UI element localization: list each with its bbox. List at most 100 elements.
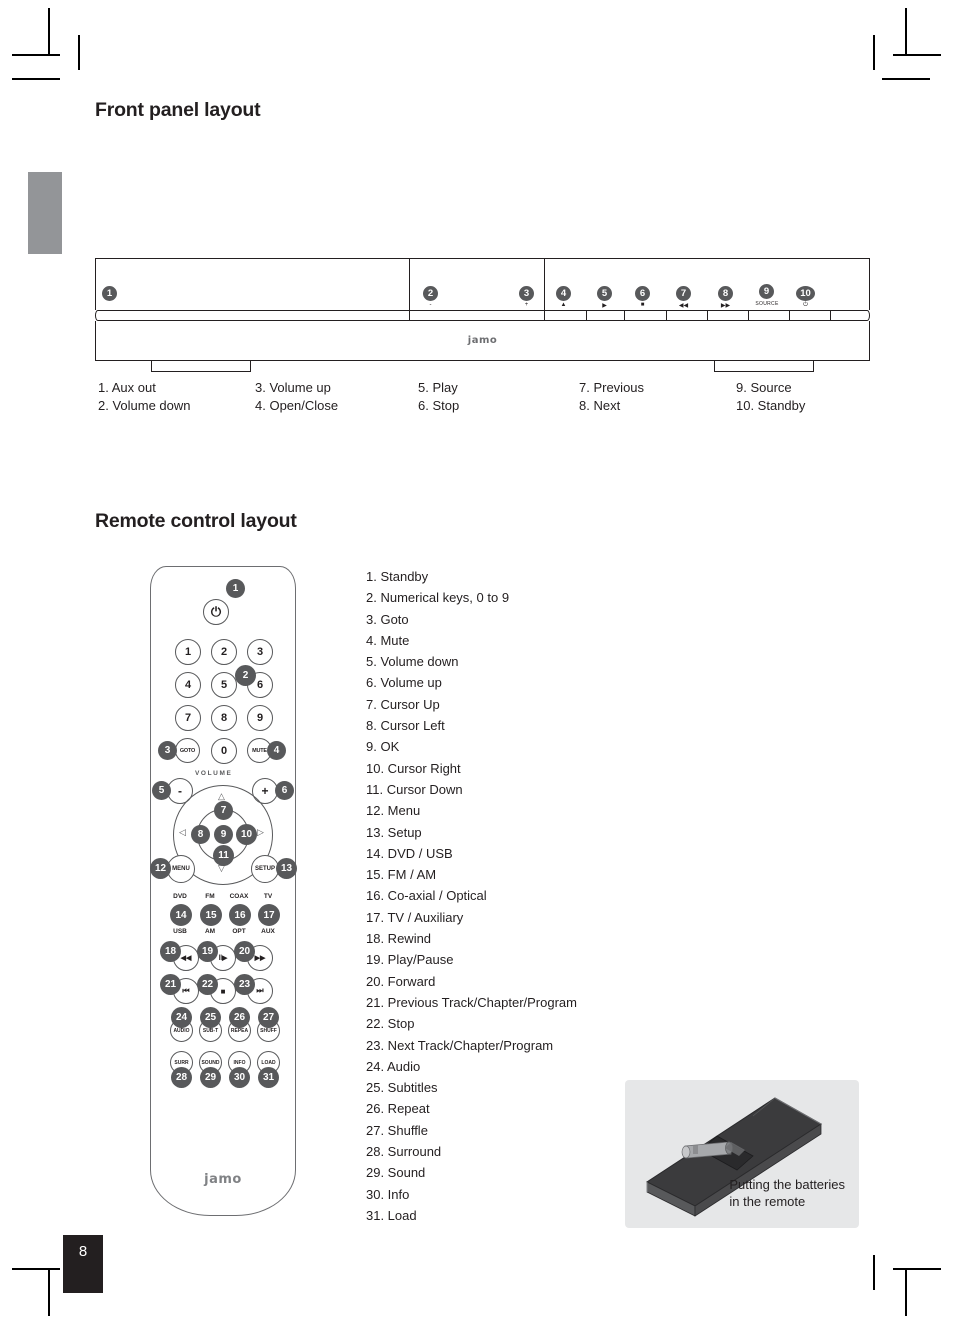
front-panel-foot-left: [151, 360, 251, 372]
front-panel-glyph-10-standby-icon: ⏻: [803, 302, 808, 308]
remote-key-9: 9: [247, 705, 273, 731]
front-panel-glyph-4-eject-icon: ▲: [560, 302, 567, 308]
legend-item: 1. Aux out: [98, 380, 156, 395]
list-item: 21. Previous Track/Chapter/Program: [366, 994, 577, 1010]
remote-callout-24: 24: [171, 1007, 192, 1028]
crop-mark-top-left-v: [48, 8, 50, 56]
front-panel-legend: 1. Aux out 2. Volume down 3. Volume up 4…: [98, 379, 878, 414]
front-panel-top-face: 1 2 - 3 + 4 ▲ 5 ▶ 6 ■ 7 ◀◀ 8 ▶▶ 9 SOURCE…: [95, 258, 870, 310]
front-panel-button-strip: [95, 310, 870, 321]
front-panel-brand-logo: jamo: [467, 335, 498, 346]
list-item: 13. Setup: [366, 824, 422, 840]
front-panel-legend-column: 9. Source 10. Standby: [736, 379, 805, 414]
remote-callout-3: 3: [158, 741, 177, 760]
front-panel-callout-6: 6: [635, 286, 650, 301]
remote-callout-22: 22: [197, 974, 218, 995]
crop-mark-top-left-h: [12, 54, 60, 56]
remote-callout-30: 30: [229, 1067, 250, 1088]
remote-key-7: 7: [175, 705, 201, 731]
remote-callout-25: 25: [200, 1007, 221, 1028]
remote-key-4: 4: [175, 672, 201, 698]
front-panel-glyph-2: -: [429, 302, 432, 308]
crop-mark-bottom-left-v: [48, 1268, 50, 1316]
list-item: 1. Standby: [366, 569, 429, 584]
list-item: 25. Subtitles: [366, 1080, 438, 1096]
front-panel-tick-1: [409, 311, 411, 320]
cursor-left-icon: ◁: [179, 827, 186, 837]
remote-callout-6: 6: [275, 781, 294, 800]
front-panel-lower-face: jamo: [95, 321, 870, 372]
front-panel-glyph-5-play-icon: ▶: [602, 303, 607, 309]
remote-callout-13: 13: [276, 858, 297, 879]
remote-key-8: 8: [211, 705, 237, 731]
crop-mark-bottom-left-h: [12, 1268, 60, 1270]
list-item: 6. Volume up: [366, 675, 442, 691]
list-item: 22. Stop: [366, 1016, 415, 1032]
remote-callout-18: 18: [160, 941, 181, 962]
front-panel-legend-column: 3. Volume up 4. Open/Close: [255, 379, 418, 414]
remote-source-label-usb: USB: [173, 928, 187, 935]
legend-item: 10. Standby: [736, 397, 806, 413]
list-item: 9. OK: [366, 739, 400, 755]
chapter-side-tab: [28, 172, 62, 254]
front-panel-tick-9: [830, 311, 832, 320]
front-panel-callout-4: 4: [556, 286, 571, 301]
front-panel-foot-right: [714, 360, 814, 372]
remote-source-label-tv: TV: [263, 893, 273, 900]
crop-mark-bottom-right-h: [893, 1268, 941, 1270]
front-panel-glyph-9-source-label: SOURCE: [755, 301, 779, 307]
front-panel-diagram: 1 2 - 3 + 4 ▲ 5 ▶ 6 ■ 7 ◀◀ 8 ▶▶ 9 SOURCE…: [95, 258, 870, 372]
list-item: 7. Cursor Up: [366, 696, 440, 712]
front-panel-callout-8: 8: [718, 286, 733, 301]
list-item: 15. FM / AM: [366, 867, 437, 883]
crop-mark-top-right-v: [905, 8, 907, 56]
list-item: 3. Goto: [366, 611, 409, 627]
list-item: 8. Cursor Left: [366, 718, 445, 734]
front-panel-callout-7: 7: [676, 286, 691, 301]
front-panel-tick-4: [624, 311, 626, 320]
front-panel-callout-10: 10: [796, 286, 815, 301]
remote-brand-logo: jamo: [204, 1172, 242, 1187]
legend-item: 9. Source: [736, 380, 792, 395]
front-panel-callout-2: 2: [423, 286, 438, 301]
front-panel-divider-1: [409, 259, 411, 310]
remote-callout-16: 16: [229, 904, 251, 926]
remote-callout-8: 8: [191, 825, 210, 844]
remote-key-2: 2: [211, 639, 237, 665]
remote-key-0: 0: [211, 738, 237, 764]
remote-callout-4: 4: [267, 741, 286, 760]
crop-mark-top-right-h2: [882, 78, 930, 80]
remote-callout-5: 5: [152, 781, 171, 800]
list-item: 14. DVD / USB: [366, 845, 453, 861]
front-panel-tick-2: [544, 311, 546, 320]
remote-callout-2: 2: [235, 665, 256, 686]
remote-callout-26: 26: [229, 1007, 250, 1028]
cursor-right-icon: ▷: [257, 827, 264, 837]
list-item: 4. Mute: [366, 632, 410, 648]
list-item: 18. Rewind: [366, 931, 432, 947]
list-item: 31. Load: [366, 1207, 417, 1223]
legend-item: 3. Volume up: [255, 380, 331, 395]
front-panel-glyph-3: +: [524, 302, 529, 308]
remote-key-3: 3: [247, 639, 273, 665]
remote-callout-20: 20: [234, 941, 255, 962]
remote-key-1: 1: [175, 639, 201, 665]
front-panel-legend-column: 7. Previous 8. Next: [579, 379, 736, 414]
battery-caption-line-1: Putting the batteries: [729, 1177, 845, 1192]
remote-callout-15: 15: [200, 904, 222, 926]
remote-key-setup: SETUP: [251, 855, 279, 883]
list-item: 11. Cursor Down: [366, 781, 463, 797]
legend-item: 8. Next: [579, 397, 621, 413]
front-panel-callout-1: 1: [102, 286, 117, 301]
remote-callout-19: 19: [197, 941, 218, 962]
remote-callout-1: 1: [226, 579, 245, 598]
remote-callout-31: 31: [258, 1067, 279, 1088]
front-panel-tick-6: [707, 311, 709, 320]
front-panel-tick-7: [748, 311, 750, 320]
list-item: 26. Repeat: [366, 1101, 430, 1117]
remote-callout-21: 21: [160, 974, 181, 995]
legend-item: 7. Previous: [579, 380, 645, 395]
crop-mark-top-left-h2: [12, 78, 60, 80]
list-item: 30. Info: [366, 1186, 410, 1202]
front-panel-tick-5: [666, 311, 668, 320]
